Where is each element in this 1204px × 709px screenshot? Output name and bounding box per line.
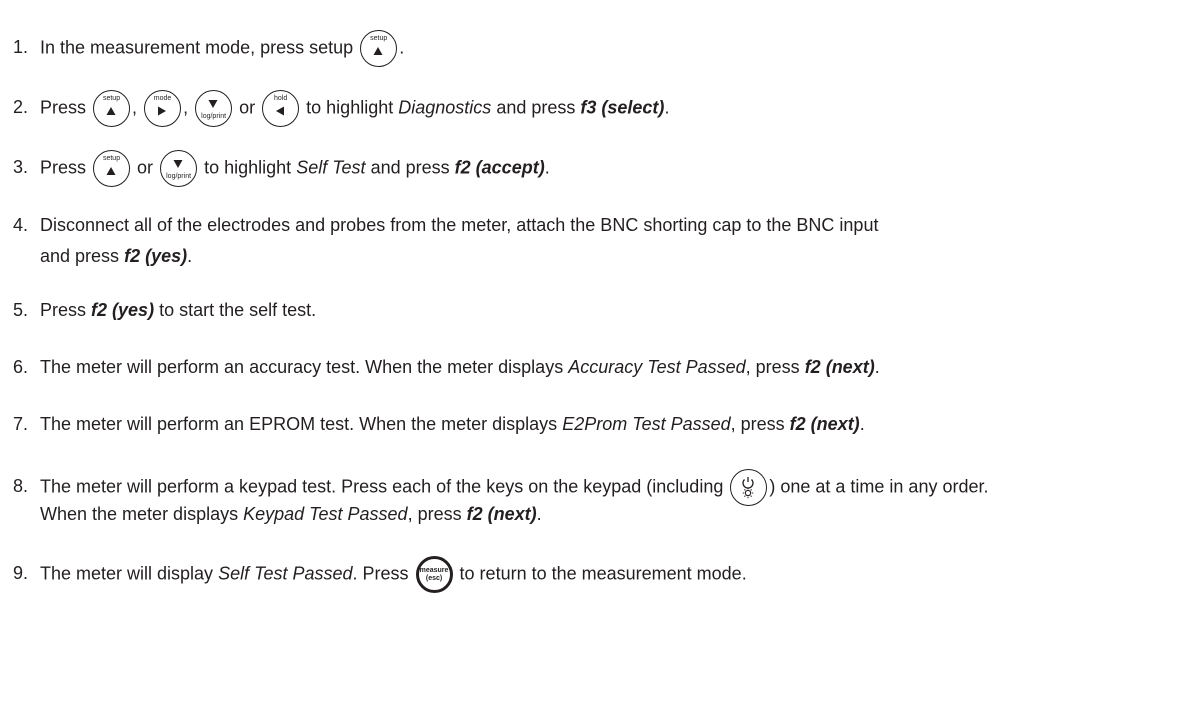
setup-key-icon: setup bbox=[360, 30, 398, 67]
up-triangle-icon bbox=[106, 107, 116, 115]
separator: or bbox=[137, 157, 154, 178]
softkey-name: f2 (next) bbox=[804, 357, 875, 377]
key-label: (esc) bbox=[425, 575, 443, 582]
step-text: The meter will display bbox=[40, 563, 214, 584]
setup-key-icon: setup bbox=[93, 150, 131, 187]
step-text: and press bbox=[40, 246, 120, 266]
step-6: 6. The meter will perform an accuracy tes… bbox=[13, 354, 880, 380]
up-triangle-icon bbox=[106, 167, 116, 175]
display-message: Self Test Passed bbox=[218, 563, 353, 584]
softkey-name: f2 (yes) bbox=[124, 246, 188, 266]
step-number: 2. bbox=[13, 97, 29, 118]
step-text: Press bbox=[40, 97, 87, 118]
display-message: E2Prom Test Passed bbox=[562, 414, 731, 434]
menu-item-name: Self Test bbox=[296, 157, 366, 178]
key-label: measure bbox=[419, 567, 449, 574]
power-light-key-icon bbox=[730, 469, 768, 506]
step-text: . bbox=[187, 246, 193, 266]
softkey-name: f2 (yes) bbox=[91, 300, 155, 320]
separator: , bbox=[183, 97, 189, 118]
step-number: 1. bbox=[13, 37, 29, 58]
softkey-name: f2 (accept) bbox=[454, 157, 545, 178]
up-triangle-icon bbox=[373, 47, 383, 55]
separator: , bbox=[132, 97, 138, 118]
step-text: When the meter displays bbox=[40, 504, 239, 524]
step-3: 3. Press setup or log/print to highlight … bbox=[13, 150, 550, 187]
measure-esc-key-icon: measure (esc) bbox=[415, 556, 453, 593]
softkey-name: f2 (next) bbox=[466, 504, 537, 524]
menu-item-name: Diagnostics bbox=[398, 97, 492, 118]
step-text: to return to the measurement mode. bbox=[459, 563, 747, 584]
softkey-name: f2 (next) bbox=[789, 414, 860, 434]
step-text: . bbox=[544, 157, 550, 178]
step-text: The meter will perform an accuracy test.… bbox=[40, 357, 564, 377]
step-text: to highlight bbox=[204, 157, 292, 178]
step-5: 5. Press f2 (yes) to start the self test. bbox=[13, 297, 316, 323]
step-number: 4. bbox=[13, 215, 29, 235]
step-4: 4. Disconnect all of the electrodes and p… bbox=[13, 212, 878, 238]
step-text: Press bbox=[40, 157, 87, 178]
display-message: Keypad Test Passed bbox=[243, 504, 408, 524]
display-message: Accuracy Test Passed bbox=[568, 357, 746, 377]
step-number: 9. bbox=[13, 563, 29, 584]
mode-key-icon: mode bbox=[144, 90, 182, 127]
step-number: 5. bbox=[13, 300, 29, 320]
step-4-continued: and press f2 (yes). bbox=[40, 243, 192, 269]
step-text: , press bbox=[407, 504, 462, 524]
step-number: 3. bbox=[13, 157, 29, 178]
step-text: and press bbox=[496, 97, 576, 118]
hold-key-icon: hold bbox=[262, 90, 300, 127]
step-text: . bbox=[536, 504, 542, 524]
step-number: 7. bbox=[13, 414, 29, 434]
softkey-name: f3 (select) bbox=[580, 97, 665, 118]
log-print-key-icon: log/print bbox=[160, 150, 198, 187]
step-7: 7. The meter will perform an EPROM test. … bbox=[13, 411, 865, 437]
step-1: 1. In the measurement mode, press setup s… bbox=[13, 30, 404, 67]
setup-key-icon: setup bbox=[93, 90, 131, 127]
step-text: . Press bbox=[352, 563, 409, 584]
step-text: . bbox=[874, 357, 880, 377]
log-print-key-icon: log/print bbox=[195, 90, 233, 127]
step-number: 8. bbox=[13, 476, 29, 497]
step-2: 2. Press setup , mode , log/print or hold… bbox=[13, 90, 669, 127]
step-text: . bbox=[399, 37, 405, 58]
step-8-continued: When the meter displays Keypad Test Pass… bbox=[40, 501, 542, 527]
step-text: , press bbox=[745, 357, 800, 377]
step-text: , press bbox=[730, 414, 785, 434]
step-text: In the measurement mode, press setup bbox=[40, 37, 354, 58]
power-light-icon bbox=[742, 477, 754, 499]
step-9: 9. The meter will display Self Test Passe… bbox=[13, 556, 747, 593]
step-text: ) one at a time in any order. bbox=[769, 476, 989, 497]
step-text: The meter will perform a keypad test. Pr… bbox=[40, 476, 724, 497]
step-number: 6. bbox=[13, 357, 29, 377]
step-text: Press bbox=[40, 300, 87, 320]
step-text: . bbox=[859, 414, 865, 434]
key-label: log/print bbox=[166, 173, 192, 180]
left-triangle-icon bbox=[276, 106, 285, 116]
step-text: and press bbox=[370, 157, 450, 178]
step-text: to start the self test. bbox=[159, 300, 317, 320]
step-text: The meter will perform an EPROM test. Wh… bbox=[40, 414, 558, 434]
step-text: to highlight bbox=[306, 97, 394, 118]
step-text: Disconnect all of the electrodes and pro… bbox=[40, 215, 879, 235]
step-text: . bbox=[664, 97, 670, 118]
key-label: log/print bbox=[201, 113, 227, 120]
right-triangle-icon bbox=[158, 106, 167, 116]
separator: or bbox=[239, 97, 256, 118]
